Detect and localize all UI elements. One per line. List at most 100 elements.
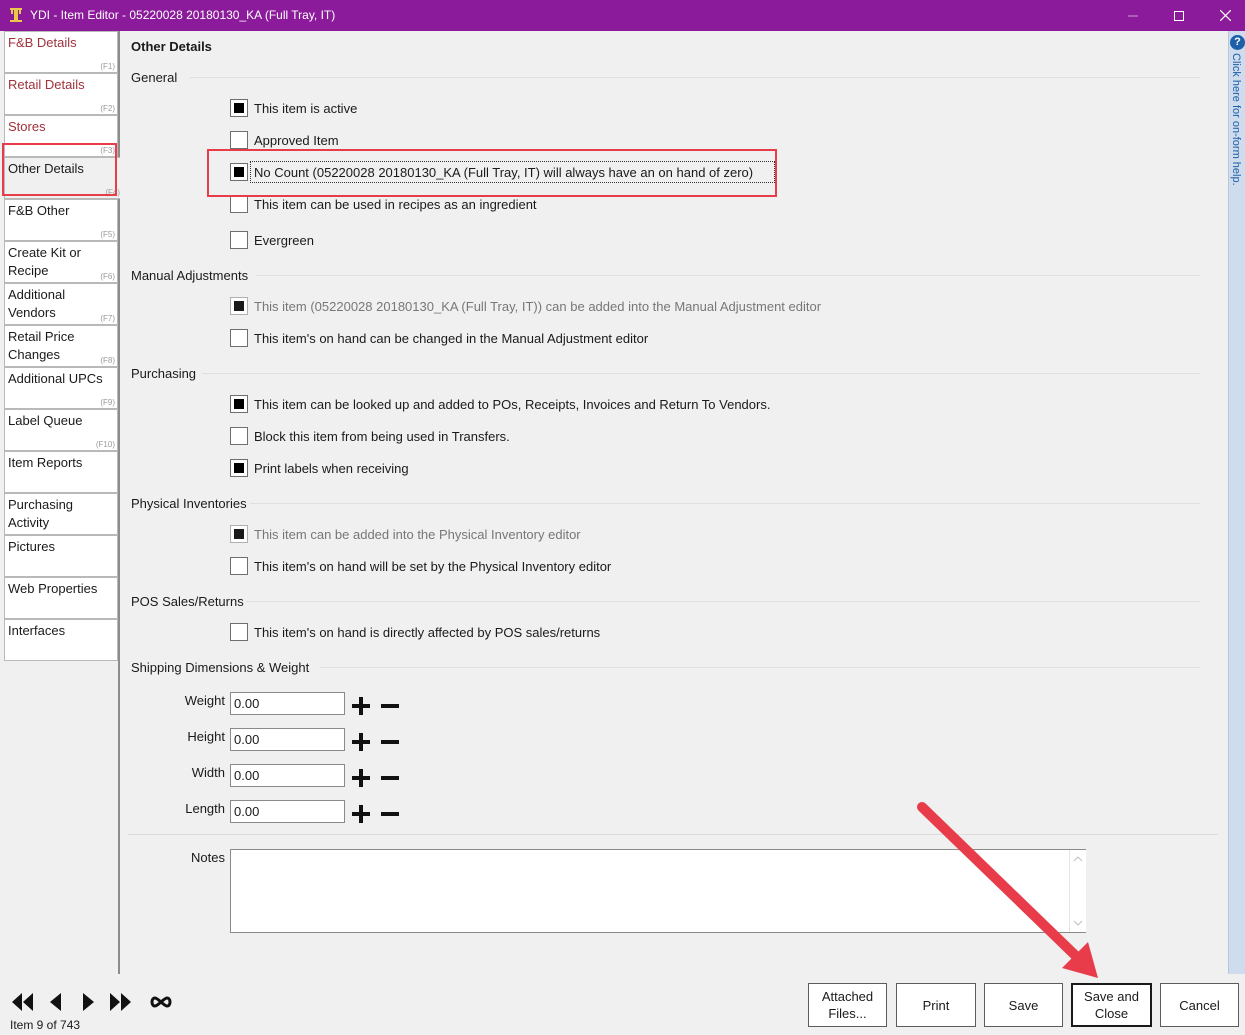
physical-set-checkbox[interactable]	[230, 557, 248, 575]
last-record-icon[interactable]	[108, 990, 132, 1014]
approved-checkbox[interactable]	[230, 131, 248, 149]
nav-tab-fb-details[interactable]: F&B Details (F1)	[4, 31, 118, 73]
minimize-icon	[1128, 15, 1138, 16]
section-shipping-title: Shipping Dimensions & Weight	[131, 660, 310, 675]
nav-tab-retail-details[interactable]: Retail Details (F2)	[4, 73, 118, 115]
section-divider	[128, 834, 1218, 835]
nav-tab-label-queue[interactable]: Label Queue (F10)	[4, 409, 118, 451]
width-minus-icon[interactable]	[380, 768, 400, 788]
bottom-bar: Item 9 of 743 Attached Files... Print Sa…	[0, 974, 1245, 1035]
nav-tab-item-reports[interactable]: Item Reports	[4, 451, 118, 493]
minimize-button[interactable]	[1110, 0, 1156, 31]
previous-record-icon[interactable]	[44, 990, 68, 1014]
nav-tab-interfaces[interactable]: Interfaces	[4, 619, 118, 661]
width-plus-icon[interactable]	[351, 768, 371, 788]
section-divider	[320, 667, 1200, 668]
print-button[interactable]: Print	[896, 983, 976, 1027]
nav-tab-fb-other[interactable]: F&B Other (F5)	[4, 199, 118, 241]
notes-scrollbar[interactable]	[1069, 850, 1086, 932]
weight-label: Weight	[184, 693, 225, 708]
window-title: YDI - Item Editor - 05220028 20180130_KA…	[30, 8, 336, 22]
length-minus-icon[interactable]	[380, 804, 400, 824]
first-record-icon[interactable]	[11, 990, 35, 1014]
notes-label: Notes	[191, 850, 225, 865]
notes-textarea[interactable]	[230, 849, 1086, 933]
height-plus-icon[interactable]	[351, 732, 371, 752]
recipes-checkbox[interactable]	[230, 195, 248, 213]
check-manual-add[interactable]: This item (05220028 20180130_KA (Full Tr…	[230, 295, 821, 317]
section-divider	[190, 77, 1200, 78]
help-icon[interactable]: ?	[1230, 35, 1245, 50]
section-divider	[246, 601, 1200, 602]
section-manual-title: Manual Adjustments	[131, 268, 249, 283]
save-and-close-button[interactable]: Save and Close	[1071, 983, 1152, 1027]
check-block-transfers[interactable]: Block this item from being used in Trans…	[230, 425, 510, 447]
nav-tab-pictures[interactable]: Pictures	[4, 535, 118, 577]
evergreen-checkbox[interactable]	[230, 231, 248, 249]
close-icon	[1219, 10, 1231, 21]
page-title: Other Details	[131, 39, 212, 54]
section-divider	[256, 275, 1200, 276]
check-pos-affected[interactable]: This item's on hand is directly affected…	[230, 621, 600, 643]
nav-tab-create-kit[interactable]: Create Kit or Recipe (F6)	[4, 241, 118, 283]
height-input[interactable]	[230, 728, 345, 751]
check-evergreen[interactable]: Evergreen	[230, 229, 314, 251]
close-button[interactable]	[1202, 0, 1245, 31]
nav-tab-purchasing-activity[interactable]: Purchasing Activity	[4, 493, 118, 535]
active-checkbox[interactable]	[230, 99, 248, 117]
physical-add-checkbox[interactable]	[230, 525, 248, 543]
cancel-button[interactable]: Cancel	[1160, 983, 1239, 1027]
nav-tab-stores[interactable]: Stores (F3)	[4, 115, 118, 157]
save-button[interactable]: Save	[984, 983, 1063, 1027]
weight-plus-icon[interactable]	[351, 696, 371, 716]
weight-minus-icon[interactable]	[380, 696, 400, 716]
block-transfers-checkbox[interactable]	[230, 427, 248, 445]
pos-affected-checkbox[interactable]	[230, 623, 248, 641]
nav-tab-web-properties[interactable]: Web Properties	[4, 577, 118, 619]
manual-add-checkbox[interactable]	[230, 297, 248, 315]
no-count-checkbox[interactable]	[230, 163, 248, 181]
nav-tab-additional-upcs[interactable]: Additional UPCs (F9)	[4, 367, 118, 409]
check-manual-change[interactable]: This item's on hand can be changed in th…	[230, 327, 648, 349]
check-recipes-ingredient[interactable]: This item can be used in recipes as an i…	[230, 193, 537, 215]
scroll-up-icon[interactable]	[1070, 852, 1086, 866]
maximize-icon	[1174, 10, 1184, 21]
weight-input[interactable]	[230, 692, 345, 715]
width-input[interactable]	[230, 764, 345, 787]
section-purchasing-title: Purchasing	[131, 366, 197, 381]
on-form-help-strip[interactable]: ? Click here for on-form help.	[1228, 31, 1245, 974]
nav-tab-additional-vendors[interactable]: Additional Vendors (F7)	[4, 283, 118, 325]
section-pos-title: POS Sales/Returns	[131, 594, 244, 609]
section-divider	[250, 503, 1200, 504]
left-navigation: F&B Details (F1) Retail Details (F2) Store…	[0, 31, 122, 974]
check-lookup-pos[interactable]: This item can be looked up and added to …	[230, 393, 770, 415]
lookup-pos-checkbox[interactable]	[230, 395, 248, 413]
height-label: Height	[187, 729, 225, 744]
check-physical-set[interactable]: This item's on hand will be set by the P…	[230, 555, 611, 577]
nav-tab-retail-price-changes[interactable]: Retail Price Changes (F8)	[4, 325, 118, 367]
check-physical-add[interactable]: This item can be added into the Physical…	[230, 523, 581, 545]
check-item-active[interactable]: This item is active	[230, 97, 357, 119]
section-general-title: General	[131, 70, 178, 85]
title-bar: YDI - Item Editor - 05220028 20180130_KA…	[0, 0, 1245, 31]
main-panel: Other Details General This item is activ…	[120, 31, 1228, 974]
manual-change-checkbox[interactable]	[230, 329, 248, 347]
record-count: Item 9 of 743	[10, 1018, 81, 1032]
print-labels-checkbox[interactable]	[230, 459, 248, 477]
app-logo-icon	[10, 8, 22, 22]
infinity-icon[interactable]	[149, 990, 173, 1014]
check-no-count[interactable]: No Count (05220028 20180130_KA (Full Tra…	[230, 161, 753, 183]
height-minus-icon[interactable]	[380, 732, 400, 752]
length-label: Length	[185, 801, 225, 816]
scroll-down-icon[interactable]	[1070, 916, 1086, 930]
width-label: Width	[191, 765, 225, 780]
nav-tab-other-details[interactable]: Other Details (F4)	[4, 157, 122, 199]
next-record-icon[interactable]	[76, 990, 100, 1014]
maximize-button[interactable]	[1156, 0, 1202, 31]
check-approved-item[interactable]: Approved Item	[230, 129, 339, 151]
length-plus-icon[interactable]	[351, 804, 371, 824]
section-divider	[202, 373, 1200, 374]
length-input[interactable]	[230, 800, 345, 823]
attached-files-button[interactable]: Attached Files...	[808, 983, 887, 1027]
check-print-labels[interactable]: Print labels when receiving	[230, 457, 409, 479]
